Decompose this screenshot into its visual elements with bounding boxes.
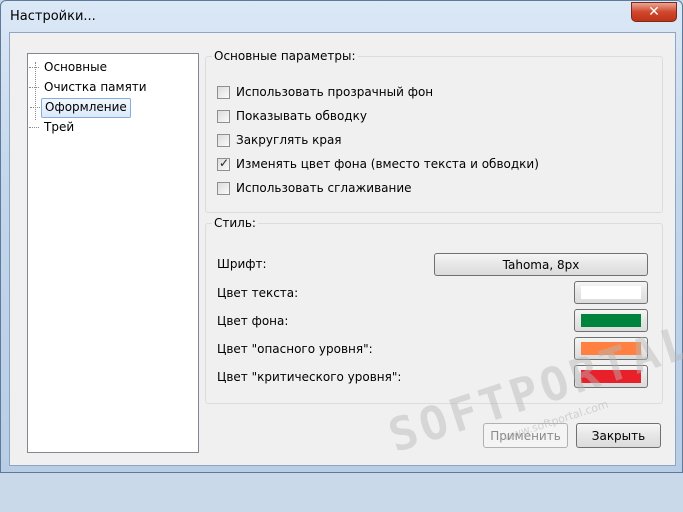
critical-color-button[interactable] xyxy=(574,365,648,388)
bg-color-label: Цвет фона: xyxy=(217,314,289,328)
tree-item-label: Оформление xyxy=(45,100,127,114)
tree-connector xyxy=(29,87,39,88)
tree-item-appearance[interactable]: Оформление xyxy=(30,98,131,118)
style-group: Стиль: Шрифт: Tahoma, 8px Цвет текста: Ц… xyxy=(205,216,663,404)
checkbox[interactable]: ✓ xyxy=(217,155,230,171)
close-button[interactable]: Закрыть xyxy=(576,423,661,448)
option-antialiasing[interactable]: Использовать сглаживание xyxy=(217,179,412,197)
option-change-bg-color[interactable]: ✓ Изменять цвет фона (вместо текста и об… xyxy=(217,155,539,173)
checkbox[interactable] xyxy=(217,133,230,147)
settings-window: Настройки... ✕ Основные Очистка памяти О… xyxy=(0,0,683,473)
option-round-corners[interactable]: Закруглять края xyxy=(217,131,342,149)
option-label: Использовать сглаживание xyxy=(236,181,412,195)
settings-tree[interactable]: Основные Очистка памяти Оформление Трей xyxy=(27,53,199,453)
tree-item-tray[interactable]: Трей xyxy=(29,119,77,137)
tree-connector-line xyxy=(35,62,36,120)
close-icon: ✕ xyxy=(648,4,660,20)
danger-color-label: Цвет "опасного уровня": xyxy=(217,342,373,356)
checkmark-icon: ✓ xyxy=(219,155,230,170)
option-label: Закруглять края xyxy=(236,133,342,147)
dialog-client-area: Основные Очистка памяти Оформление Трей … xyxy=(9,32,676,466)
bg-color-swatch xyxy=(581,314,641,327)
option-show-outline[interactable]: Показывать обводку xyxy=(217,107,367,125)
tree-connector xyxy=(29,127,39,128)
critical-color-label: Цвет "критического уровня": xyxy=(217,370,402,384)
title-bar[interactable]: Настройки... ✕ xyxy=(1,1,683,31)
option-transparent-bg[interactable]: Использовать прозрачный фон xyxy=(217,83,433,101)
font-value: Tahoma, 8px xyxy=(502,257,580,272)
main-params-group: Основные параметры: Использовать прозрач… xyxy=(205,49,663,213)
checkbox[interactable] xyxy=(217,85,230,99)
danger-color-swatch xyxy=(581,342,641,355)
danger-color-button[interactable] xyxy=(574,337,648,360)
main-params-legend: Основные параметры: xyxy=(214,49,356,63)
tree-connector xyxy=(29,67,39,68)
tree-item-label: Основные xyxy=(44,60,108,74)
close-window-button[interactable]: ✕ xyxy=(631,2,677,22)
tree-item-label: Трей xyxy=(44,120,75,134)
checkbox[interactable] xyxy=(217,181,230,195)
text-color-button[interactable] xyxy=(574,281,648,304)
font-label: Шрифт: xyxy=(217,257,267,271)
tree-item-memory-cleanup[interactable]: Очистка памяти xyxy=(29,79,150,97)
font-button[interactable]: Tahoma, 8px xyxy=(434,253,648,276)
option-label: Изменять цвет фона (вместо текста и обво… xyxy=(236,157,539,171)
option-label: Показывать обводку xyxy=(236,109,367,123)
option-label: Использовать прозрачный фон xyxy=(236,85,434,99)
tree-connector xyxy=(30,107,40,108)
checkbox[interactable] xyxy=(217,109,230,123)
close-button-label: Закрыть xyxy=(591,428,646,443)
apply-button-label: Применить xyxy=(490,428,561,443)
text-color-label: Цвет текста: xyxy=(217,286,299,300)
critical-color-swatch xyxy=(581,370,641,383)
style-legend: Стиль: xyxy=(214,216,256,230)
tree-item-general[interactable]: Основные xyxy=(29,59,110,77)
apply-button[interactable]: Применить xyxy=(483,423,568,448)
tree-item-label: Очистка памяти xyxy=(44,80,147,94)
bg-color-button[interactable] xyxy=(574,309,648,332)
window-title: Настройки... xyxy=(10,9,96,24)
text-color-swatch xyxy=(581,286,641,299)
